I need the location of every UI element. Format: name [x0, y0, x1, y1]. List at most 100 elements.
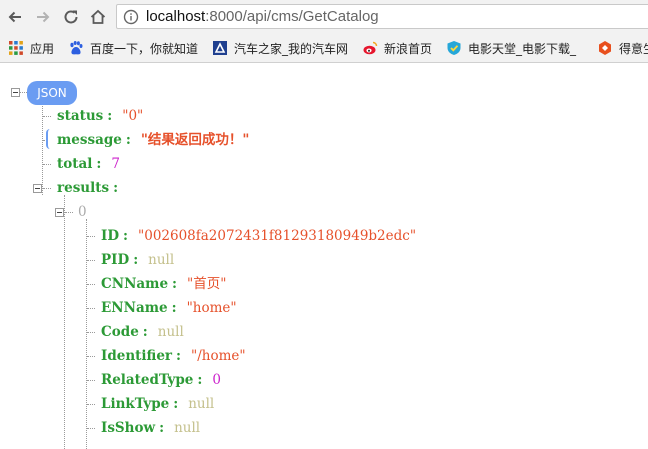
- tree-guide-line: [87, 284, 95, 285]
- json-colon: :: [172, 276, 178, 292]
- hover-highlight: [46, 129, 52, 149]
- info-icon[interactable]: [123, 9, 139, 25]
- browser-toolbar: localhost:8000/api/cms/GetCatalog: [0, 0, 648, 33]
- tree-guide-line: [87, 308, 95, 309]
- back-arrow-icon: [8, 11, 21, 23]
- bookmark-sina[interactable]: 新浪首页: [362, 39, 432, 57]
- collapse-item-toggle[interactable]: [55, 208, 64, 217]
- json-index: 0: [78, 204, 87, 220]
- tree-guide-line: [65, 212, 73, 213]
- bookmark-baidu[interactable]: 百度一下，你就知道: [68, 39, 198, 57]
- home-button[interactable]: [87, 6, 109, 28]
- bookmark-autohome[interactable]: 汽车之家_我的汽车网: [212, 39, 348, 57]
- json-value: "002608fa2072431f81293180949b2edc": [138, 228, 417, 244]
- json-colon: :: [113, 180, 119, 196]
- json-root-badge[interactable]: JSON: [27, 81, 77, 105]
- bookmark-label: 汽车之家_我的汽车网: [234, 41, 349, 56]
- json-row-cnname[interactable]: CNName: "首页": [101, 274, 226, 294]
- json-row-message[interactable]: message: "结果返回成功！": [57, 130, 249, 150]
- json-key: Identifier: [101, 348, 173, 364]
- json-key: ID: [101, 228, 120, 244]
- json-value: "首页": [187, 276, 227, 292]
- json-key: results: [57, 180, 110, 196]
- json-value: null: [188, 396, 215, 412]
- json-row-code[interactable]: Code: null: [101, 322, 184, 342]
- json-key: RelatedType: [101, 372, 194, 388]
- tree-guide-line: [43, 188, 51, 189]
- bookmarks-bar: 应用 百度一下，你就知道 汽车之家_我的汽车网 新浪首页 电影天堂_电影下载_ …: [0, 33, 648, 63]
- movie-shield-icon: [447, 41, 461, 55]
- back-button[interactable]: [4, 6, 26, 28]
- bookmark-label: 新浪首页: [384, 41, 433, 56]
- json-row-identifier[interactable]: Identifier: "/home": [101, 346, 246, 366]
- json-row-isshow[interactable]: IsShow: null: [101, 418, 200, 438]
- bookmark-deyi[interactable]: 得意生: [597, 39, 648, 57]
- tree-guide-line: [43, 164, 51, 165]
- json-colon: :: [123, 228, 129, 244]
- json-colon: :: [142, 324, 148, 340]
- reload-icon: [64, 10, 78, 24]
- home-icon: [90, 9, 106, 24]
- json-row-relatedtype[interactable]: RelatedType:0: [101, 370, 221, 390]
- tree-guide-line: [86, 219, 87, 449]
- address-bar[interactable]: localhost:8000/api/cms/GetCatalog: [116, 4, 648, 29]
- json-colon: :: [125, 132, 131, 148]
- tree-guide-line: [43, 116, 51, 117]
- json-key: ENName: [101, 300, 168, 316]
- json-value: "/home": [191, 348, 246, 364]
- json-colon: :: [107, 108, 113, 124]
- bookmark-apps[interactable]: 应用: [8, 39, 54, 57]
- json-key: message: [57, 132, 122, 148]
- forward-arrow-icon: [37, 11, 50, 23]
- json-colon: :: [133, 252, 139, 268]
- forward-button[interactable]: [32, 6, 54, 28]
- bookmark-movie[interactable]: 电影天堂_电影下载_: [446, 39, 576, 57]
- json-value: null: [157, 324, 184, 340]
- json-value: null: [148, 252, 175, 268]
- url-text: localhost:8000/api/cms/GetCatalog: [146, 8, 379, 25]
- url-host: localhost: [146, 8, 206, 25]
- json-key: Code: [101, 324, 139, 340]
- baidu-paw-icon: [70, 41, 83, 55]
- json-value: null: [174, 420, 201, 436]
- json-viewer: JSON status: "0" message: "结果返回成功！" total:…: [0, 63, 648, 449]
- collapse-root-toggle[interactable]: [11, 88, 20, 97]
- json-key: CNName: [101, 276, 169, 292]
- json-colon: :: [176, 348, 182, 364]
- json-row-total[interactable]: total:7: [57, 154, 120, 174]
- tree-guide-line: [87, 428, 95, 429]
- json-value: "home": [186, 300, 237, 316]
- json-key: PID: [101, 252, 130, 268]
- json-key: status: [57, 108, 104, 124]
- json-row-pid[interactable]: PID: null: [101, 250, 174, 270]
- json-key: IsShow: [101, 420, 156, 436]
- json-array-index[interactable]: 0: [78, 202, 87, 222]
- json-row-enname[interactable]: ENName: "home": [101, 298, 237, 318]
- deyi-icon: [599, 41, 611, 55]
- json-value: "0": [122, 108, 144, 124]
- json-row-linktype[interactable]: LinkType: null: [101, 394, 214, 414]
- json-key: total: [57, 156, 93, 172]
- bookmark-label: 得意生: [619, 41, 648, 56]
- json-colon: :: [173, 396, 179, 412]
- json-key: LinkType: [101, 396, 170, 412]
- url-path: :8000/api/cms/GetCatalog: [205, 8, 379, 25]
- json-value: 7: [111, 156, 120, 172]
- tree-guide-line: [87, 404, 95, 405]
- json-colon: :: [197, 372, 203, 388]
- json-colon: :: [96, 156, 102, 172]
- json-row-id[interactable]: ID: "002608fa2072431f81293180949b2edc": [101, 226, 416, 246]
- reload-button[interactable]: [60, 6, 82, 28]
- json-value: 0: [212, 372, 221, 388]
- tree-guide-line: [87, 260, 95, 261]
- sina-weibo-icon: [363, 41, 378, 55]
- autohome-icon: [213, 41, 227, 55]
- apps-grid-icon: [9, 41, 23, 55]
- bookmark-label: 应用: [30, 41, 55, 56]
- collapse-results-toggle[interactable]: [33, 184, 42, 193]
- json-row-status[interactable]: status: "0": [57, 106, 143, 126]
- tree-guide-line: [87, 332, 95, 333]
- json-colon: :: [171, 300, 177, 316]
- bookmark-label: 百度一下，你就知道: [90, 41, 199, 56]
- json-row-results[interactable]: results:: [57, 178, 128, 198]
